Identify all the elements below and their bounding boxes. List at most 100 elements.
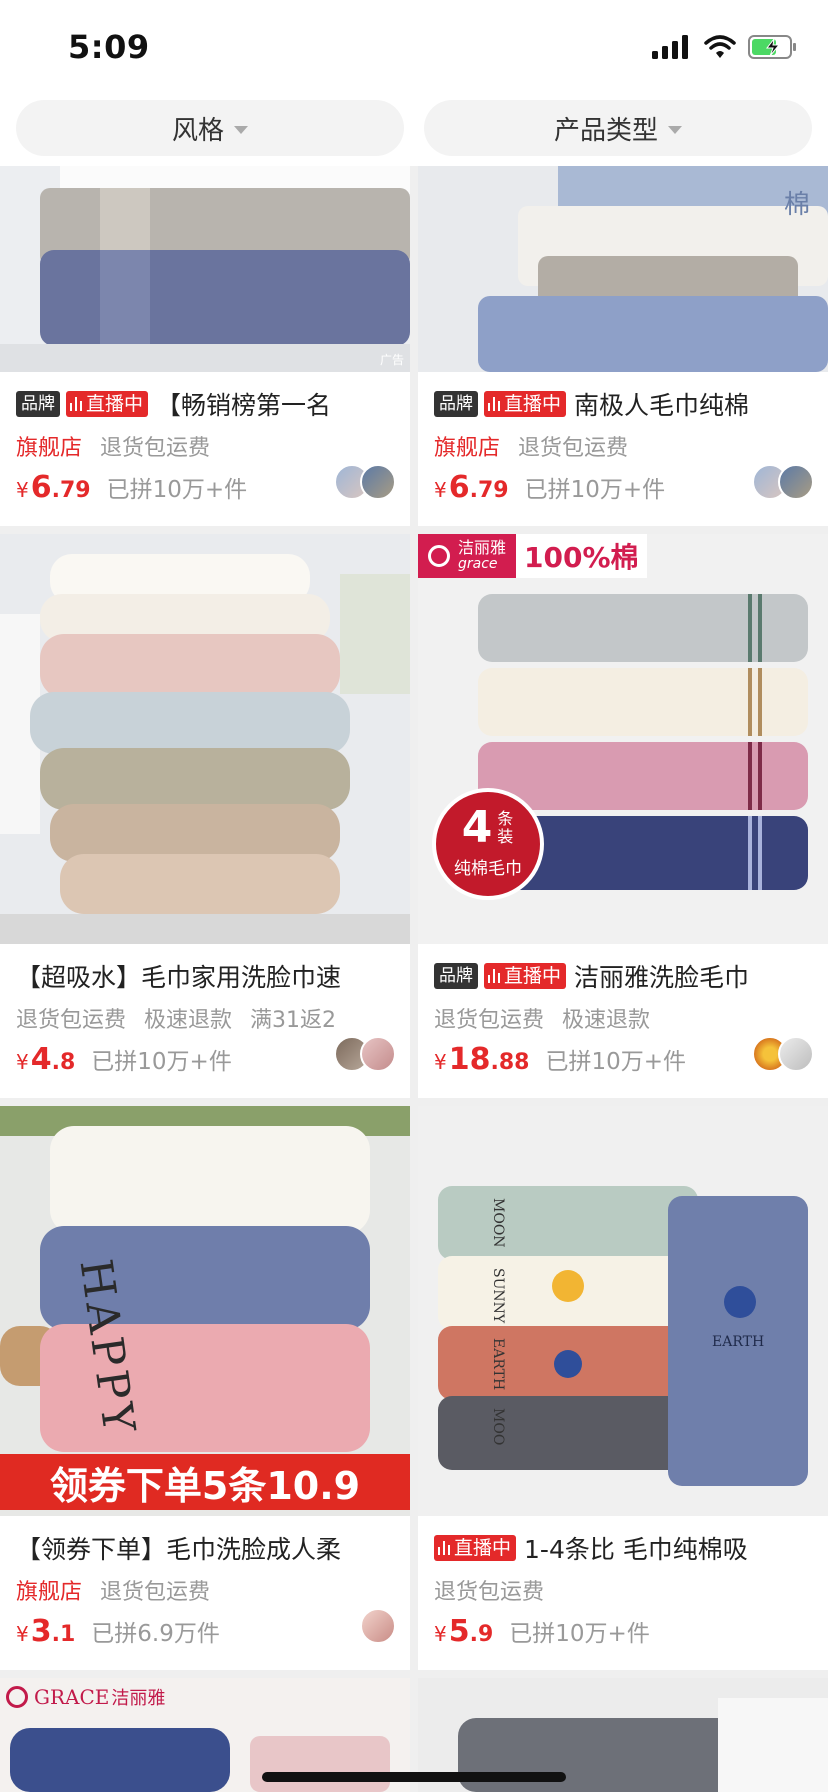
currency-symbol: ¥ xyxy=(434,1050,447,1074)
product-image[interactable]: 洁丽雅 grace 100%棉 4 条装 纯棉毛巾 xyxy=(418,534,828,944)
battery-charging-icon xyxy=(748,35,796,59)
product-card[interactable]: 广告 品牌 直播中 【畅销榜第一名 旗舰店 退货包运费 ¥6.79 已拼10万+件 xyxy=(0,166,410,526)
currency-symbol: ¥ xyxy=(16,1050,29,1074)
brand-logo-cn: 洁丽雅 xyxy=(111,1688,166,1709)
towel-label: EARTH xyxy=(712,1334,765,1350)
sold-count: 已拼6.9万件 xyxy=(91,1621,220,1647)
product-image[interactable]: 广告 xyxy=(0,166,410,372)
filter-style-dropdown[interactable]: 风格 xyxy=(16,100,404,156)
fast-refund-badge: 极速退款 xyxy=(562,1008,651,1033)
towel-word: SUNNY xyxy=(490,1268,506,1324)
towel-stack-illustration xyxy=(418,166,828,372)
product-image[interactable] xyxy=(0,534,410,944)
brand-logo: GRACE 洁丽雅 xyxy=(6,1684,165,1710)
flagship-badge: 旗舰店 xyxy=(16,1580,83,1605)
shipping-badge: 退货包运费 xyxy=(100,436,211,461)
product-badges: 退货包运费 极速退款 xyxy=(434,1002,668,1034)
towel-word: MOO xyxy=(490,1408,506,1446)
brand-tag: 品牌 xyxy=(434,963,478,989)
price-row: ¥6.79 已拼10万+件 xyxy=(16,470,247,505)
live-tag: 直播中 xyxy=(484,963,567,989)
price-decimal: .79 xyxy=(51,478,91,503)
home-indicator[interactable] xyxy=(262,1772,566,1782)
live-bars-icon xyxy=(488,969,500,983)
avatar xyxy=(360,1036,396,1072)
flagship-badge: 旗舰店 xyxy=(16,436,83,461)
towel-word: MOON xyxy=(490,1198,506,1248)
price-decimal: .88 xyxy=(490,1050,530,1075)
live-tag-label: 直播中 xyxy=(454,1537,512,1559)
sold-count: 已拼10万+件 xyxy=(509,1621,650,1647)
product-info: 【领券下单】毛巾洗脸成人柔 旗舰店 退货包运费 ¥3.1 已拼6.9万件 xyxy=(0,1516,410,1670)
live-bars-icon xyxy=(488,397,500,411)
filter-style-label: 风格 xyxy=(171,115,224,146)
live-tag: 直播中 xyxy=(434,1535,517,1561)
price-decimal: .79 xyxy=(469,478,509,503)
caret-down-icon xyxy=(234,126,248,134)
brand-logo-en: grace xyxy=(458,556,498,572)
buyer-avatars xyxy=(752,1036,814,1072)
currency-symbol: ¥ xyxy=(16,478,29,502)
towel-stack-illustration xyxy=(418,1106,828,1516)
price-decimal: .9 xyxy=(469,1622,494,1647)
live-tag-label: 直播中 xyxy=(504,965,562,987)
buyer-avatars xyxy=(752,464,814,500)
product-title: 1-4条比 毛巾纯棉吸 xyxy=(524,1535,748,1564)
brand-logo-cn: 洁丽雅 xyxy=(458,538,507,557)
product-title-row: 直播中 1-4条比 毛巾纯棉吸 xyxy=(434,1530,814,1566)
avatar xyxy=(778,464,814,500)
product-image[interactable]: MOON SUNNY EARTH MOO EARTH xyxy=(418,1106,828,1516)
promo-banner: 领券下单5条10.9 xyxy=(0,1454,410,1510)
price-integer: 6 xyxy=(30,470,52,505)
filter-type-dropdown[interactable]: 产品类型 xyxy=(424,100,812,156)
status-bar: 5:09 xyxy=(0,0,828,100)
product-image[interactable]: HAPPY LI 领券下单5条10.9 xyxy=(0,1106,410,1516)
product-grid: 广告 品牌 直播中 【畅销榜第一名 旗舰店 退货包运费 ¥6.79 已拼10万+件 xyxy=(0,166,828,1792)
brand-tag: 品牌 xyxy=(16,391,60,417)
cashback-badge: 满31返2 xyxy=(250,1008,337,1033)
sold-count: 已拼10万+件 xyxy=(106,477,248,503)
product-image[interactable]: 棉 xyxy=(418,166,828,372)
avatar xyxy=(360,464,396,500)
ad-label: 广告 xyxy=(379,353,404,367)
buyer-avatars xyxy=(334,464,396,500)
price-row: ¥5.9 已拼10万+件 xyxy=(434,1614,650,1649)
brand-banner: 洁丽雅 grace 100%棉 xyxy=(418,534,647,578)
product-title-row: 品牌 直播中 洁丽雅洗脸毛巾 xyxy=(434,958,814,994)
product-badges: 旗舰店 退货包运费 xyxy=(16,1574,228,1606)
price-row: ¥6.79 已拼10万+件 xyxy=(434,470,665,505)
currency-symbol: ¥ xyxy=(434,1622,447,1646)
fast-refund-badge: 极速退款 xyxy=(144,1008,233,1033)
currency-symbol: ¥ xyxy=(16,1622,29,1646)
product-badges: 退货包运费 xyxy=(434,1574,562,1606)
live-tag-label: 直播中 xyxy=(504,393,562,415)
image-overlay-text: 棉 xyxy=(783,190,810,220)
product-info: 直播中 1-4条比 毛巾纯棉吸 退货包运费 ¥5.9 已拼10万+件 xyxy=(418,1516,828,1670)
filter-type-label: 产品类型 xyxy=(553,115,658,146)
currency-symbol: ¥ xyxy=(434,478,447,502)
buyer-avatars xyxy=(360,1608,396,1644)
shipping-badge: 退货包运费 xyxy=(518,436,629,461)
product-card[interactable]: HAPPY LI 领券下单5条10.9 【领券下单】毛巾洗脸成人柔 旗舰店 退货包… xyxy=(0,1106,410,1670)
product-info: 品牌 直播中 南极人毛巾纯棉 旗舰店 退货包运费 ¥6.79 已拼10万+件 xyxy=(418,372,828,526)
product-card[interactable]: 洁丽雅 grace 100%棉 4 条装 纯棉毛巾 品牌 直播中 洁丽雅洗脸毛巾… xyxy=(418,534,828,1098)
product-badges: 旗舰店 退货包运费 xyxy=(434,430,646,462)
caret-down-icon xyxy=(668,126,682,134)
avatar xyxy=(360,1608,396,1644)
brand-logo-icon xyxy=(6,1686,28,1708)
product-card[interactable]: MOON SUNNY EARTH MOO EARTH 直播中 1-4条比 毛巾纯… xyxy=(418,1106,828,1670)
product-badges: 旗舰店 退货包运费 xyxy=(16,430,228,462)
towel-word: EARTH xyxy=(490,1338,506,1391)
product-title-row: 品牌 直播中 南极人毛巾纯棉 xyxy=(434,386,814,422)
product-card[interactable]: 【超吸水】毛巾家用洗脸巾速 退货包运费 极速退款 满31返2 ¥4.8 已拼10万+… xyxy=(0,534,410,1098)
cotton-banner: 100%棉 xyxy=(516,534,647,578)
product-badges: 退货包运费 极速退款 满31返2 xyxy=(16,1002,354,1034)
wifi-icon xyxy=(704,35,736,58)
price-integer: 5 xyxy=(448,1614,470,1649)
price-integer: 4 xyxy=(30,1042,52,1077)
product-info: 【超吸水】毛巾家用洗脸巾速 退货包运费 极速退款 满31返2 ¥4.8 已拼10万+… xyxy=(0,944,410,1098)
product-card[interactable]: 棉 品牌 直播中 南极人毛巾纯棉 旗舰店 退货包运费 ¥6.79 已拼10万+件 xyxy=(418,166,828,526)
product-title-row: 【超吸水】毛巾家用洗脸巾速 xyxy=(16,958,396,994)
pack-label: 纯棉毛巾 xyxy=(454,859,522,879)
status-time: 5:09 xyxy=(68,28,150,66)
